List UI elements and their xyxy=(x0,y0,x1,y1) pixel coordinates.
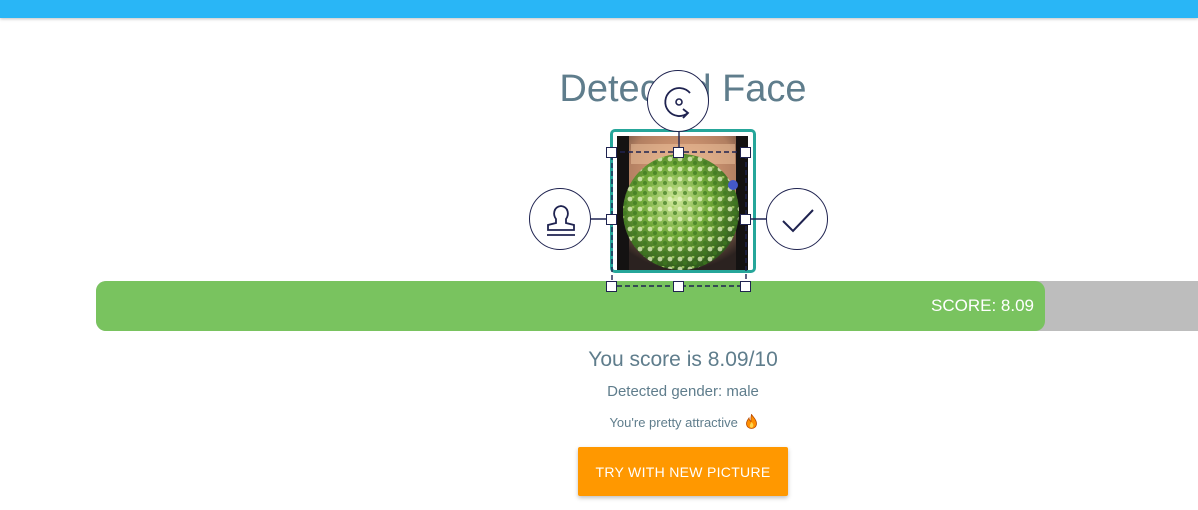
app-header-bar xyxy=(0,0,1198,18)
confirm-button[interactable] xyxy=(766,188,828,250)
crop-handle-bottom[interactable] xyxy=(673,281,684,292)
stamp-icon xyxy=(547,205,575,236)
crop-handle-top-left[interactable] xyxy=(606,147,617,158)
checkmark-icon xyxy=(782,209,814,233)
crop-handle-bottom-left[interactable] xyxy=(606,281,617,292)
gender-text: Detected gender: male xyxy=(607,383,759,400)
fire-icon xyxy=(745,414,757,429)
rotate-icon xyxy=(664,87,691,119)
rotate-button[interactable] xyxy=(647,70,709,132)
score-text: You score is 8.09/10 xyxy=(588,348,778,371)
crop-handle-left[interactable] xyxy=(606,214,617,225)
stamp-button[interactable] xyxy=(529,188,591,250)
attractiveness-label: You're pretty attractive xyxy=(609,415,738,430)
try-new-picture-button[interactable]: TRY WITH NEW PICTURE xyxy=(578,447,788,496)
crop-handle-top[interactable] xyxy=(673,147,684,158)
crop-handle-bottom-right[interactable] xyxy=(740,281,751,292)
attractiveness-text: You're pretty attractive xyxy=(483,413,883,433)
crop-handle-top-right[interactable] xyxy=(740,147,751,158)
crop-handle-right[interactable] xyxy=(740,214,751,225)
